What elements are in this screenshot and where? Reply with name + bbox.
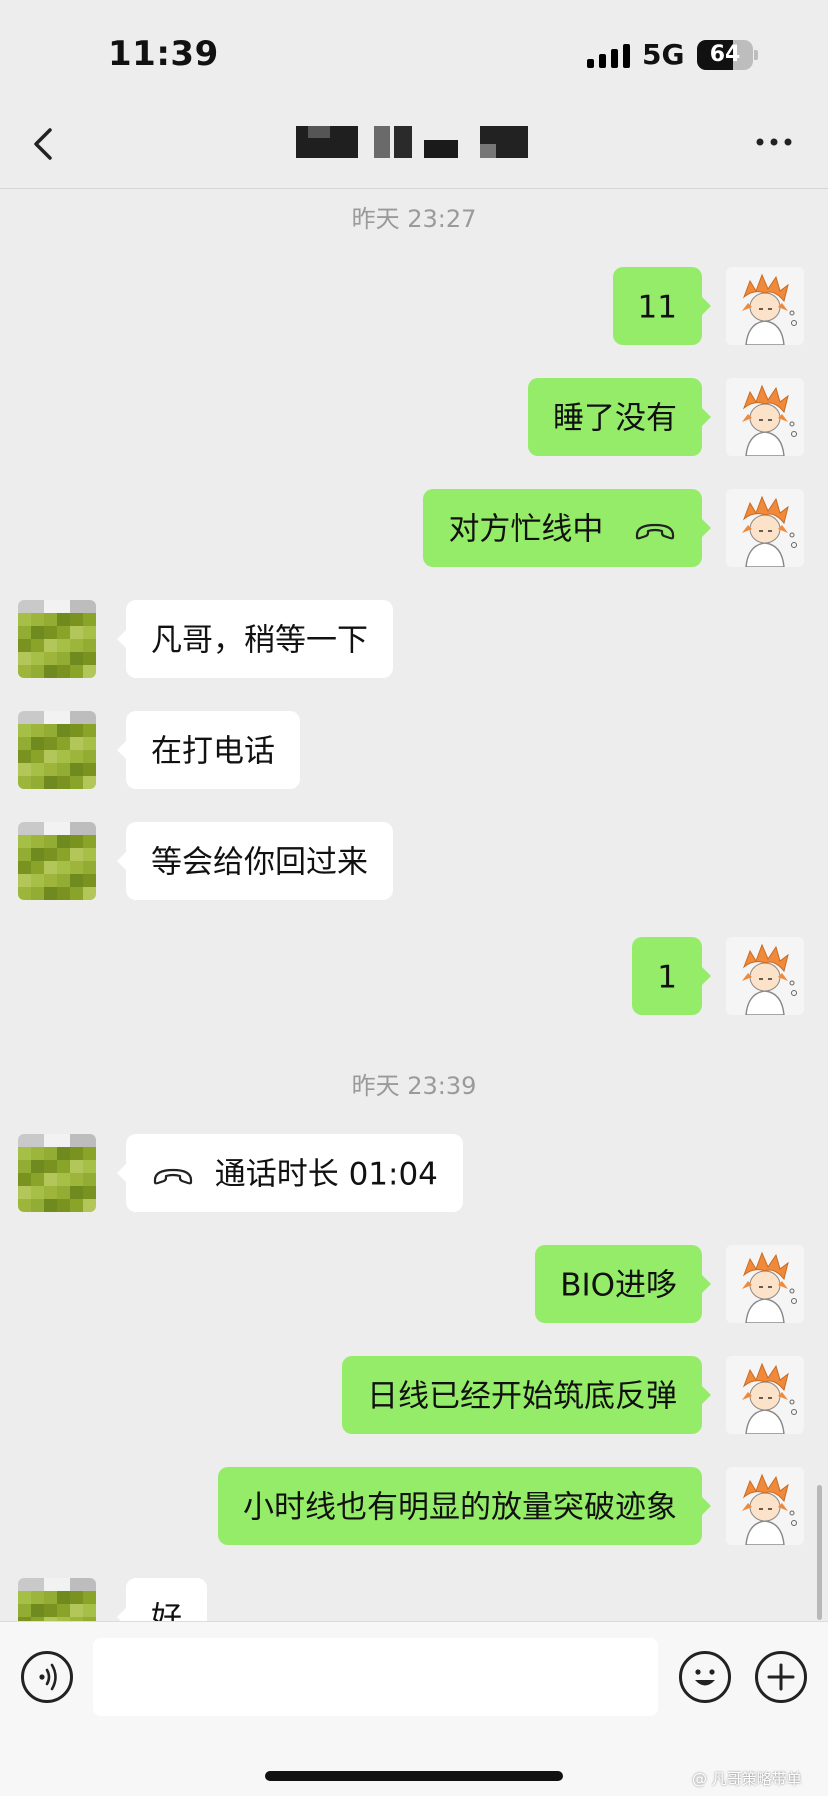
message-bubble[interactable]: 小时线也有明显的放量突破迹象 [218, 1467, 711, 1545]
message-row: 对方忙线中 [0, 489, 828, 569]
network-type: 5G [642, 38, 685, 71]
chat-area[interactable]: 昨天 23:27 11 睡了没有 对方忙线中 凡哥，稍等一下 在打电话 等会给你… [0, 189, 828, 1621]
message-bubble[interactable]: 好 [117, 1578, 207, 1621]
chat-scrollbar[interactable] [817, 1485, 822, 1620]
avatar[interactable] [726, 937, 804, 1015]
message-row: 日线已经开始筑底反弹 [0, 1356, 828, 1436]
avatar[interactable] [18, 1578, 96, 1621]
chat-title-redacted [296, 126, 528, 158]
status-bar: 11:39 5G 64 [0, 0, 828, 100]
message-row: BIO进哆 [0, 1245, 828, 1325]
message-bubble[interactable]: 睡了没有 [528, 378, 711, 456]
message-bubble[interactable]: 1 [632, 937, 711, 1015]
message-row: 11 [0, 267, 828, 347]
nav-bar [0, 100, 828, 189]
emoji-icon[interactable] [679, 1651, 731, 1703]
message-row: 通话时长 01:04 [0, 1134, 828, 1214]
status-time: 11:39 [108, 34, 219, 74]
avatar[interactable] [18, 1134, 96, 1212]
signal-icon [587, 44, 630, 68]
message-row: 小时线也有明显的放量突破迹象 [0, 1467, 828, 1547]
message-row: 在打电话 [0, 711, 828, 791]
chevron-left-icon[interactable] [26, 124, 66, 164]
timestamp: 昨天 23:27 [351, 205, 477, 233]
avatar[interactable] [726, 267, 804, 345]
timestamp: 昨天 23:39 [351, 1072, 477, 1100]
message-bubble[interactable]: 在打电话 [117, 711, 300, 789]
message-bubble[interactable]: 11 [612, 267, 712, 345]
call-duration-bubble[interactable]: 通话时长 01:04 [117, 1134, 463, 1212]
avatar[interactable] [726, 378, 804, 456]
message-bubble[interactable]: BIO进哆 [535, 1245, 711, 1323]
more-dots-icon[interactable] [752, 130, 796, 154]
message-bubble[interactable]: 日线已经开始筑底反弹 [342, 1356, 711, 1434]
message-row: 好 [0, 1578, 828, 1621]
phone-hangup-icon [153, 1168, 193, 1184]
avatar[interactable] [18, 600, 96, 678]
message-row: 睡了没有 [0, 378, 828, 458]
battery-level: 64 [709, 42, 741, 67]
avatar[interactable] [18, 822, 96, 900]
home-indicator[interactable] [265, 1771, 563, 1781]
message-bubble[interactable]: 等会给你回过来 [117, 822, 393, 900]
plus-icon[interactable] [755, 1651, 807, 1703]
avatar[interactable] [726, 1356, 804, 1434]
message-bubble[interactable]: 凡哥，稍等一下 [117, 600, 393, 678]
avatar[interactable] [726, 1245, 804, 1323]
avatar[interactable] [726, 489, 804, 567]
call-status-bubble[interactable]: 对方忙线中 [423, 489, 711, 567]
message-input[interactable] [93, 1638, 658, 1716]
message-row: 等会给你回过来 [0, 822, 828, 902]
watermark: @ 凡哥策略带单 [692, 1770, 802, 1788]
message-row: 1 [0, 937, 828, 1017]
avatar[interactable] [18, 711, 96, 789]
phone-hangup-icon [635, 523, 675, 539]
message-row: 凡哥，稍等一下 [0, 600, 828, 680]
voice-icon[interactable] [21, 1651, 73, 1703]
avatar[interactable] [726, 1467, 804, 1545]
battery-icon: 64 [697, 40, 753, 70]
